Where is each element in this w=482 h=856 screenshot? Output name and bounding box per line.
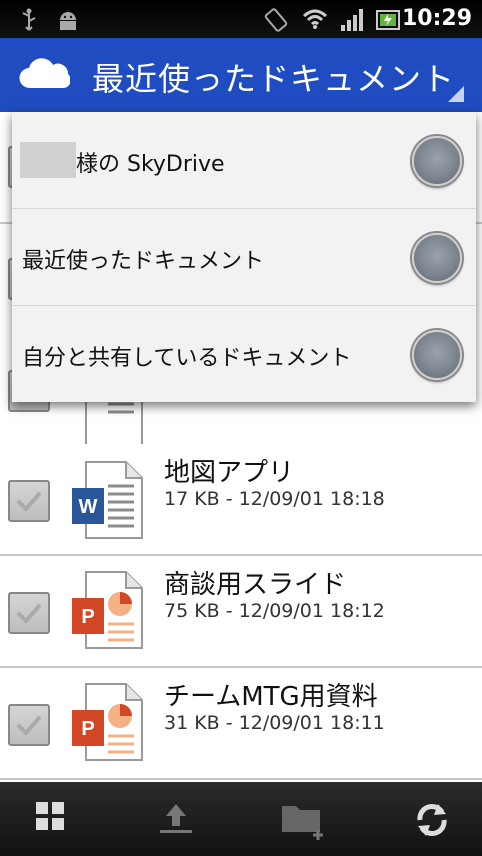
list-item[interactable]: P 商談用スライド 75 KB - 12/09/01 18:12 [0,556,482,668]
menu-item-label: 様の SkyDrive [76,152,225,177]
menu-item-label: 自分と共有しているドキュメント [22,346,352,371]
powerpoint-document-icon: P [72,683,143,761]
app-header[interactable]: 最近使ったドキュメント [0,38,482,112]
bottom-action-bar [0,782,482,856]
new-folder-icon[interactable] [280,800,330,842]
svg-text:W: W [79,496,98,518]
list-item[interactable]: P チームMTG用資料 31 KB - 12/09/01 18:11 [0,668,482,780]
skydrive-cloud-icon [19,58,70,89]
wifi-icon [302,9,328,29]
rotation-icon [264,8,288,32]
usb-icon [22,8,36,31]
clock: 10:29 [401,6,472,31]
status-bar: 10:29 [0,0,482,38]
word-document-icon: W [72,461,143,539]
upload-icon[interactable] [156,800,196,836]
list-item[interactable]: W 地図アプリ 17 KB - 12/09/01 18:18 [0,444,482,556]
svg-text:P: P [81,718,94,740]
redacted-username [20,142,76,178]
signal-icon [341,9,363,31]
view-dropdown-menu: 様の SkyDrive 最近使ったドキュメント 自分と共有しているドキュメント [12,112,476,402]
checkbox[interactable] [8,704,50,746]
powerpoint-document-icon: P [72,571,143,649]
radio-button[interactable] [412,330,462,380]
menu-item-my-skydrive[interactable]: 様の SkyDrive [12,112,476,209]
radio-button[interactable] [412,233,462,283]
android-debug-icon [60,12,76,30]
file-meta: 17 KB - 12/09/01 18:18 [164,488,385,510]
file-meta: 75 KB - 12/09/01 18:12 [164,600,385,622]
checkbox[interactable] [8,592,50,634]
dropdown-indicator-icon [448,86,464,102]
checkbox[interactable] [8,480,50,522]
radio-button[interactable] [412,136,462,186]
menu-item-label: 最近使ったドキュメント [22,249,265,274]
file-name: 地図アプリ [164,458,295,488]
grid-view-icon[interactable] [34,800,66,832]
file-name: 商談用スライド [164,570,347,600]
battery-icon [376,10,400,30]
refresh-icon[interactable] [412,800,452,840]
svg-text:P: P [81,606,94,628]
file-meta: 31 KB - 12/09/01 18:11 [164,712,385,734]
menu-item-shared-with-me[interactable]: 自分と共有しているドキュメント [12,306,476,402]
menu-item-recent-documents[interactable]: 最近使ったドキュメント [12,209,476,306]
file-name: チームMTG用資料 [164,682,378,712]
view-selector-title[interactable]: 最近使ったドキュメント [92,54,455,100]
